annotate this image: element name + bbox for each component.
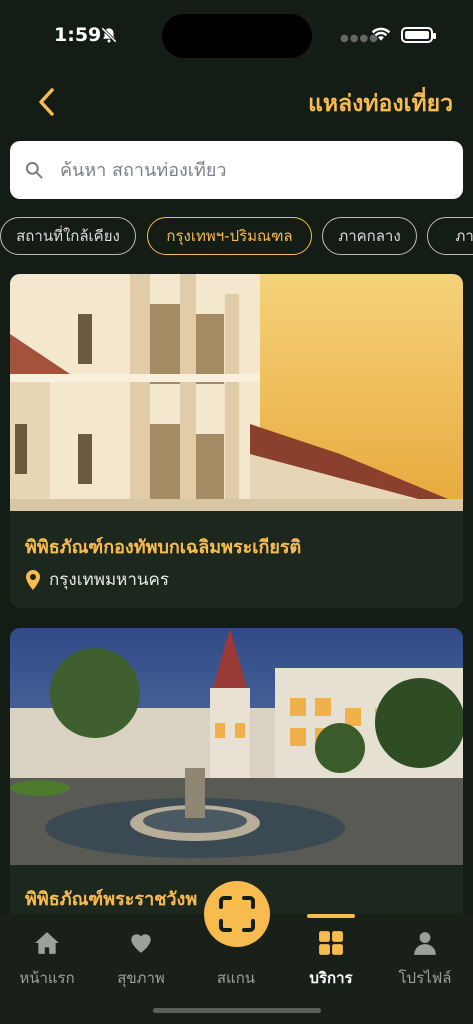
nav-label: สแกน	[216, 969, 256, 987]
battery-icon	[401, 27, 436, 43]
user-icon	[414, 932, 436, 955]
nav-label: โปรไฟล์	[398, 969, 452, 987]
home-indicator	[153, 1008, 321, 1013]
nav-services[interactable]: บริการ	[284, 914, 378, 994]
region-filter-chips: สถานที่ใกล้เคียง กรุงเทพฯ-ปริมณฑล ภาคกลา…	[0, 217, 473, 257]
search-box[interactable]	[10, 141, 463, 199]
grid-icon	[319, 931, 343, 955]
card-location-text: กรุงเทพมหานคร	[49, 570, 170, 590]
card-title: พิพิธภัณฑ์กองทัพบกเฉลิมพระเกียรติ	[25, 537, 302, 558]
wifi-icon	[371, 27, 391, 41]
nav-label: สุขภาพ	[117, 969, 165, 987]
attraction-card[interactable]: พิพิธภัณฑ์กองทัพบกเฉลิมพระเกียรติ กรุงเท…	[10, 274, 463, 608]
status-bar: 1:59 ●●●●	[0, 0, 473, 70]
search-input[interactable]	[60, 159, 430, 181]
nav-label: บริการ	[309, 969, 353, 987]
home-icon	[35, 932, 59, 954]
chevron-left-icon	[39, 88, 54, 116]
heart-icon	[131, 934, 151, 953]
card-title: พิพิธภัณฑ์พระราชวังพ	[25, 889, 198, 910]
card-location: กรุงเทพมหานคร	[25, 566, 169, 593]
location-pin-icon	[26, 569, 40, 590]
chip-bangkok-metro[interactable]: กรุงเทพฯ-ปริมณฑล	[147, 217, 312, 255]
nav-label: หน้าแรก	[19, 969, 75, 987]
scan-button[interactable]	[204, 881, 270, 947]
bell-off-icon	[101, 27, 117, 43]
attraction-photo	[10, 274, 463, 511]
dynamic-island	[162, 14, 312, 58]
nav-home[interactable]: หน้าแรก	[0, 914, 94, 994]
nav-health[interactable]: สุขภาพ	[94, 914, 188, 994]
nav-profile[interactable]: โปรไฟล์	[378, 914, 472, 994]
chip-central[interactable]: ภาคกลาง	[322, 217, 417, 255]
chip-next-region[interactable]: ภาคต	[427, 217, 473, 255]
scan-icon	[219, 896, 255, 932]
search-icon	[25, 161, 43, 179]
status-time: 1:59	[54, 24, 102, 46]
attraction-photo	[10, 628, 463, 865]
chip-nearby[interactable]: สถานที่ใกล้เคียง	[0, 217, 136, 255]
page-title: แหล่งท่องเที่ยว	[308, 91, 453, 117]
back-button[interactable]	[28, 82, 64, 122]
